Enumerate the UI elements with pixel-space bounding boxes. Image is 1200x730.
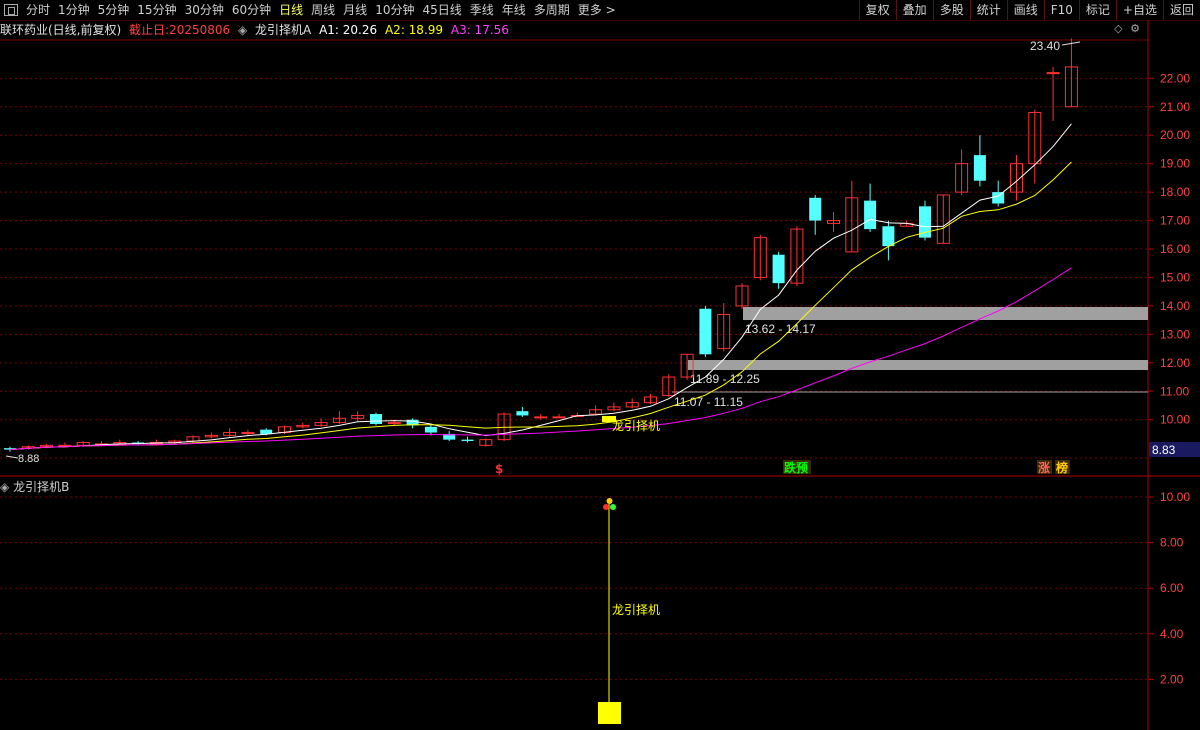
- sub-y-tick-label: 4.00: [1160, 627, 1184, 641]
- candle-body: [424, 426, 437, 433]
- candle-body: [241, 432, 255, 435]
- main-y-tick-label: 19.00: [1160, 157, 1190, 171]
- signal-marker-label: 涨: [1038, 460, 1050, 475]
- candle-body: [387, 422, 401, 425]
- sub-y-tick-label: 8.00: [1160, 536, 1184, 550]
- sub-y-tick-label: 2.00: [1160, 672, 1184, 686]
- high-price-label: 23.40: [1030, 39, 1060, 53]
- candle-body: [809, 197, 822, 221]
- candle-body: [370, 414, 382, 424]
- ma-a1-line: [9, 123, 1072, 451]
- sub-dot-red: [603, 504, 609, 510]
- sub-signal-bar: [598, 702, 621, 724]
- last-price-label: 8.83: [1152, 443, 1176, 457]
- candle-body: [882, 226, 895, 247]
- sub-y-tick-label: 6.00: [1160, 581, 1184, 595]
- signal-marker-label: 跌预: [784, 460, 808, 475]
- main-y-tick-label: 17.00: [1160, 214, 1190, 228]
- candle-body: [534, 416, 548, 419]
- candle-body: [699, 308, 712, 355]
- main-y-tick-label: 10.00: [1160, 413, 1190, 427]
- signal-label: 龙引择机: [612, 419, 660, 433]
- main-y-tick-label: 21.00: [1160, 100, 1190, 114]
- signal-marker-label: $: [495, 462, 503, 476]
- main-y-tick-label: 15.00: [1160, 270, 1190, 284]
- candle-body: [992, 192, 1005, 204]
- main-y-tick-label: 16.00: [1160, 242, 1190, 256]
- candle-body: [1046, 72, 1060, 75]
- sub-dot-yellow: [606, 498, 613, 504]
- candle-body: [552, 416, 566, 419]
- signal-marker-label: 榜: [1056, 460, 1068, 475]
- zone-label: 13.62 - 14.17: [745, 322, 816, 336]
- main-y-tick-label: 12.00: [1160, 356, 1190, 370]
- candle-body: [864, 200, 877, 230]
- price-chart[interactable]: 22.00 21.00 20.00 19.00 18.00 17.00 16.00 15.00…: [0, 0, 1200, 730]
- candle-body: [516, 411, 529, 416]
- support-zone-band: [688, 360, 1148, 370]
- sub-y-tick-label: 10.00: [1160, 490, 1190, 504]
- candle-body: [973, 155, 986, 181]
- sub-dot-green: [610, 504, 616, 510]
- candle-body: [461, 439, 474, 442]
- main-y-tick-label: 18.00: [1160, 185, 1190, 199]
- main-y-tick-label: 13.00: [1160, 327, 1190, 341]
- low-price-label: 8.88: [18, 453, 39, 465]
- candle-body: [772, 254, 785, 284]
- main-y-tick-label: 22.00: [1160, 71, 1190, 85]
- support-zone-band: [743, 307, 1148, 320]
- main-y-tick-label: 11.00: [1160, 384, 1189, 398]
- main-y-tick-label: 14.00: [1160, 299, 1190, 313]
- sub-signal-label: 龙引择机: [612, 603, 660, 617]
- ma-a3-line: [9, 267, 1072, 451]
- main-y-tick-label: 20.00: [1160, 128, 1190, 142]
